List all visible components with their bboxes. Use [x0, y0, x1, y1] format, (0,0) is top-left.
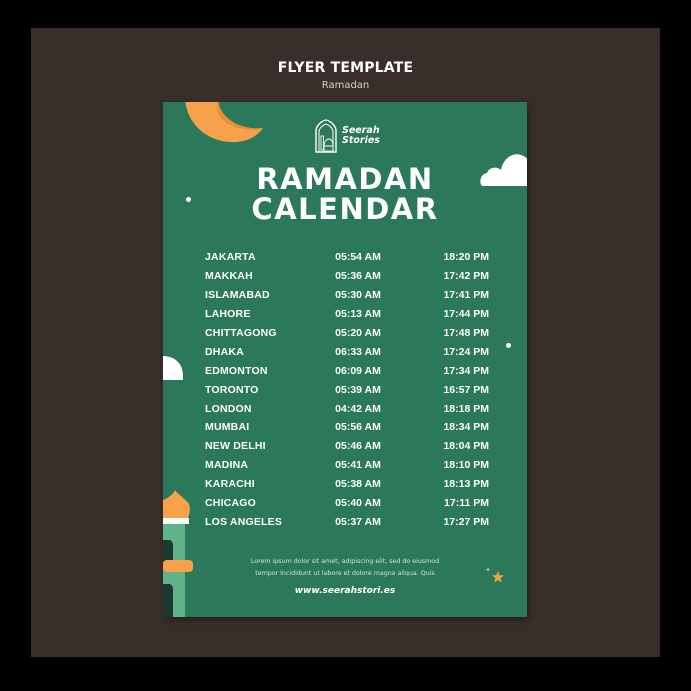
schedule-row: MUMBAI 05:56 AM 18:34 PM: [205, 418, 489, 437]
city-name: NEW DELHI: [205, 440, 266, 453]
minaret-icon: [163, 490, 193, 617]
sunrise-time: 05:46 AM: [335, 440, 381, 453]
sunset-time: 17:41 PM: [443, 289, 489, 302]
sunset-time: 17:27 PM: [443, 515, 489, 528]
sunrise-time: 05:56 AM: [335, 421, 381, 434]
city-name: JAKARTA: [205, 251, 256, 264]
sunrise-time: 05:38 AM: [335, 478, 381, 491]
prayer-schedule-table: JAKARTA 05:54 AM 18:20 PM MAKKAH 05:36 AM 17:…: [205, 248, 489, 531]
template-title: FLYER TEMPLATE: [277, 60, 414, 76]
schedule-row: LOS ANGELES 05:37 AM 17:27 PM: [205, 512, 489, 531]
sunrise-time: 05:40 AM: [335, 497, 381, 510]
city-name: DHAKA: [205, 345, 244, 358]
sunrise-time: 05:13 AM: [335, 308, 381, 321]
sunrise-time: 06:33 AM: [335, 345, 381, 358]
cloud-left-icon: [163, 356, 183, 380]
sunrise-time: 05:37 AM: [335, 515, 381, 528]
sunset-time: 18:18 PM: [443, 402, 489, 415]
schedule-row: CHICAGO 05:40 AM 17:11 PM: [205, 494, 489, 513]
description-line2: tempor incididunt ut labore et dolore ma…: [255, 570, 435, 577]
city-name: KARACHI: [205, 478, 255, 491]
schedule-row: MADINA 05:41 AM 18:10 PM: [205, 456, 489, 475]
flyer-title: RAMADAN CALENDAR: [163, 164, 527, 224]
schedule-row: EDMONTON 06:09 AM 17:34 PM: [205, 361, 489, 380]
city-name: ISLAMABAD: [205, 289, 270, 302]
template-subtitle: Ramadan: [321, 80, 370, 91]
sunrise-time: 05:41 AM: [335, 459, 381, 472]
sunset-time: 18:13 PM: [443, 478, 489, 491]
sunset-time: 17:44 PM: [443, 308, 489, 321]
sunset-time: 18:20 PM: [443, 251, 489, 264]
sunrise-time: 05:20 AM: [335, 327, 381, 339]
flyer-title-line1: RAMADAN: [256, 162, 434, 196]
schedule-row: LAHORE 05:13 AM 17:44 PM: [205, 305, 489, 324]
sunrise-time: 05:30 AM: [335, 289, 381, 302]
city-name: MADINA: [205, 459, 249, 472]
schedule-row: CHITTAGONG 05:20 AM 17:48 PM: [205, 324, 489, 343]
city-name: MAKKAH: [205, 270, 253, 283]
sunset-time: 16:57 PM: [443, 383, 489, 396]
star-icon: [485, 567, 504, 583]
sunset-time: 17:24 PM: [443, 345, 489, 358]
city-name: LOS ANGELES: [205, 515, 283, 528]
brand-name: Seerah Stories: [342, 126, 380, 146]
sunrise-time: 05:54 AM: [335, 251, 381, 264]
schedule-row: LONDON 04:42 AM 18:18 PM: [205, 399, 489, 418]
schedule-row: JAKARTA 05:54 AM 18:20 PM: [205, 248, 489, 267]
schedule-row: NEW DELHI 05:46 AM 18:04 PM: [205, 437, 489, 456]
mosque-icon: [315, 119, 337, 153]
crescent-moon-icon: [185, 102, 263, 143]
city-name: MUMBAI: [205, 421, 250, 434]
website-link[interactable]: www.seerahstori.es: [163, 586, 527, 596]
schedule-row: TORONTO 05:39 AM 16:57 PM: [205, 380, 489, 399]
sunrise-time: 06:09 AM: [335, 364, 381, 377]
city-name: CHITTAGONG: [205, 327, 277, 339]
schedule-row: KARACHI 05:38 AM 18:13 PM: [205, 475, 489, 494]
city-name: CHICAGO: [205, 497, 256, 510]
sunset-time: 18:34 PM: [443, 421, 489, 434]
star-dot-icon: [506, 343, 511, 348]
city-name: EDMONTON: [205, 364, 268, 377]
sunrise-time: 04:42 AM: [335, 402, 381, 415]
city-name: LONDON: [205, 402, 252, 415]
brand-name-line2: Stories: [342, 135, 380, 146]
ramadan-flyer: Seerah Stories RAMADAN CALENDAR JAKARTA 0…: [163, 102, 527, 617]
sunset-time: 17:34 PM: [443, 364, 489, 377]
brand-logo: Seerah Stories: [314, 119, 380, 153]
description-text: Lorem ipsum dolor sit amet, adipiscing e…: [223, 556, 467, 580]
sunset-time: 17:48 PM: [443, 327, 489, 339]
sunrise-time: 05:39 AM: [335, 383, 381, 396]
schedule-row: ISLAMABAD 05:30 AM 17:41 PM: [205, 286, 489, 305]
sunrise-time: 05:36 AM: [335, 270, 381, 283]
sunset-time: 18:10 PM: [443, 459, 489, 472]
flyer-title-line2: CALENDAR: [251, 192, 439, 226]
city-name: TORONTO: [205, 383, 259, 396]
schedule-row: DHAKA 06:33 AM 17:24 PM: [205, 342, 489, 361]
sunset-time: 17:11 PM: [444, 497, 489, 510]
sunset-time: 18:04 PM: [443, 440, 489, 453]
schedule-row: MAKKAH 05:36 AM 17:42 PM: [205, 267, 489, 286]
sunset-time: 17:42 PM: [443, 270, 489, 283]
city-name: LAHORE: [205, 308, 251, 321]
description-line1: Lorem ipsum dolor sit amet, adipiscing e…: [250, 558, 440, 565]
